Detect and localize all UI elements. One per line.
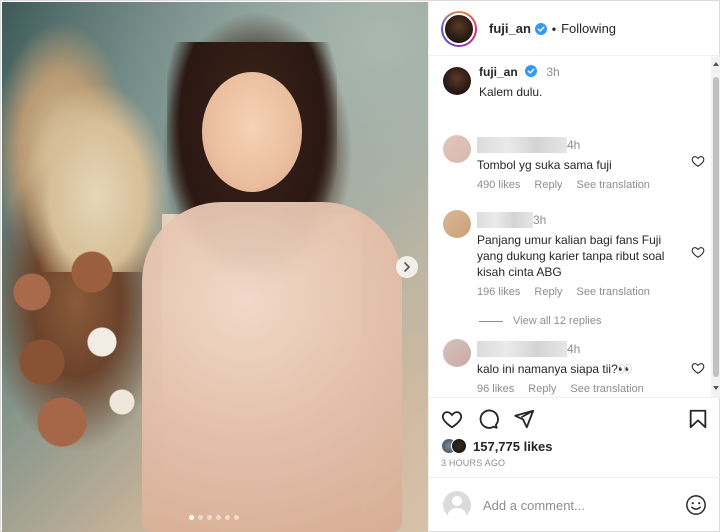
save-button[interactable]: [687, 408, 709, 430]
carousel-dot: [207, 515, 212, 520]
see-translation-link[interactable]: See translation: [577, 179, 650, 191]
scroll-up-icon[interactable]: [713, 61, 719, 67]
photo-dress: [142, 202, 402, 532]
comment-likes-count[interactable]: 196 likes: [477, 286, 520, 298]
blurred-username[interactable]: [477, 137, 567, 153]
post-actions-bar: [429, 397, 720, 433]
comment-text: Tombol yg suka sama fuji: [477, 158, 612, 172]
comment-icon: [479, 409, 499, 429]
see-translation-link[interactable]: See translation: [577, 286, 650, 298]
comment-time: 4h: [567, 342, 581, 356]
see-translation-link[interactable]: See translation: [570, 383, 643, 395]
carousel-dots: [189, 515, 239, 520]
verified-badge-icon: [525, 65, 538, 77]
likes-count[interactable]: 157,775 likes: [473, 439, 553, 454]
replies-divider: [479, 320, 503, 322]
comment-like-button[interactable]: [691, 361, 705, 375]
profile-avatar-story-ring[interactable]: [441, 10, 477, 47]
comment-time: 3h: [533, 213, 547, 227]
comment-like-button[interactable]: [691, 245, 705, 259]
heart-icon: [441, 411, 463, 429]
heart-icon: [691, 156, 705, 167]
carousel-dot: [189, 515, 194, 520]
comment-item: 4h Tombol yg suka sama fuji 490 likes Re…: [443, 135, 705, 205]
comments-scroll-area[interactable]: fuji_an 3h Kalem dulu. 4h Tombol yg suka…: [429, 57, 720, 397]
post-timestamp: 3 HOURS AGO: [441, 458, 506, 468]
comment-time: 4h: [567, 138, 581, 152]
carousel-dot: [198, 515, 203, 520]
username-link[interactable]: fuji_an: [489, 21, 531, 36]
photo-face: [202, 72, 302, 192]
chevron-right-icon: [404, 262, 410, 272]
emoji-icon[interactable]: [685, 494, 707, 516]
share-icon: [514, 409, 535, 429]
share-button[interactable]: [513, 408, 535, 430]
comment-button[interactable]: [477, 408, 499, 430]
view-replies-label: View all 12 replies: [513, 315, 602, 327]
comment-text: Panjang umur kalian bagi fans Fuji yang …: [477, 233, 665, 279]
carousel-dot: [225, 515, 230, 520]
avatar: [451, 438, 467, 454]
reply-button[interactable]: Reply: [528, 383, 556, 395]
caption-time: 3h: [546, 65, 560, 79]
comment-meta: 96 likes Reply See translation: [477, 383, 644, 395]
blurred-username[interactable]: [477, 212, 533, 228]
following-button[interactable]: Following: [561, 21, 616, 36]
comment-text: kalo ini namanya siapa tii?👀: [477, 362, 633, 376]
add-comment-bar: Add a comment...: [429, 477, 720, 532]
photo-flower-bouquet: [2, 232, 152, 492]
comment-like-button[interactable]: [691, 154, 705, 168]
scrollbar[interactable]: [711, 57, 720, 397]
header-separator: •: [551, 21, 557, 36]
reply-button[interactable]: Reply: [534, 286, 562, 298]
reply-button[interactable]: Reply: [534, 179, 562, 191]
comment-item: 3h Panjang umur kalian bagi fans Fuji ya…: [443, 210, 705, 310]
blurred-username[interactable]: [477, 341, 567, 357]
carousel-dot: [234, 515, 239, 520]
comment-likes-count[interactable]: 96 likes: [477, 383, 514, 395]
next-slide-button[interactable]: [396, 256, 418, 278]
avatar[interactable]: [443, 67, 471, 95]
like-button[interactable]: [441, 408, 463, 430]
post-side-panel: fuji_an • Following fuji_an 3h Kalem dul…: [428, 2, 720, 532]
likes-summary[interactable]: 157,775 likes: [441, 438, 553, 454]
scroll-down-icon[interactable]: [713, 385, 719, 391]
comment-meta: 490 likes Reply See translation: [477, 179, 650, 191]
avatar[interactable]: [443, 135, 471, 163]
comment-item: 4h kalo ini namanya siapa tii?👀 96 likes…: [443, 339, 705, 397]
post-modal: fuji_an • Following fuji_an 3h Kalem dul…: [0, 0, 720, 532]
avatar[interactable]: [443, 339, 471, 367]
post-photo[interactable]: [2, 2, 428, 532]
caption-username[interactable]: fuji_an: [479, 65, 518, 79]
caption-text: Kalem dulu.: [479, 85, 543, 99]
avatar: [443, 12, 475, 45]
heart-icon: [691, 247, 705, 258]
comment-meta: 196 likes Reply See translation: [477, 286, 650, 298]
heart-icon: [691, 363, 705, 374]
carousel-dot: [216, 515, 221, 520]
comment-likes-count[interactable]: 490 likes: [477, 179, 520, 191]
avatar: [443, 491, 471, 519]
bookmark-icon: [689, 409, 707, 429]
view-replies-link[interactable]: View all 12 replies: [479, 315, 601, 327]
verified-badge-icon: [534, 22, 547, 35]
avatar[interactable]: [443, 210, 471, 238]
comment-input[interactable]: Add a comment...: [483, 498, 685, 513]
scrollbar-thumb[interactable]: [713, 77, 719, 377]
post-header: fuji_an • Following: [429, 2, 720, 56]
post-caption: fuji_an 3h Kalem dulu.: [443, 65, 703, 99]
